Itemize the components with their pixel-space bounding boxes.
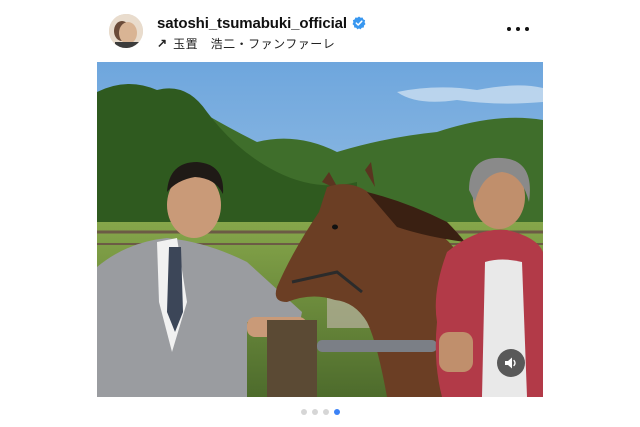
avatar-image bbox=[109, 14, 143, 48]
more-options-icon[interactable] bbox=[507, 22, 529, 36]
more-dot bbox=[507, 27, 511, 31]
carousel-indicator bbox=[97, 409, 543, 419]
verified-badge-icon bbox=[352, 16, 366, 30]
speaker-glyph bbox=[505, 357, 516, 369]
more-dot bbox=[525, 27, 529, 31]
arrow-up-right-icon: ↗ bbox=[157, 36, 168, 50]
speaker-icon[interactable] bbox=[497, 349, 525, 377]
avatar[interactable] bbox=[109, 14, 143, 48]
post-header: satoshi_tsumabuki_official ↗ 玉置 浩二・ファンファ… bbox=[97, 0, 543, 60]
username-row: satoshi_tsumabuki_official bbox=[157, 13, 366, 33]
music-track: 玉置 浩二・ファンファーレ bbox=[173, 36, 336, 51]
post-photo[interactable] bbox=[97, 62, 543, 397]
post-card: satoshi_tsumabuki_official ↗ 玉置 浩二・ファンファ… bbox=[97, 0, 543, 427]
carousel-dot[interactable] bbox=[322, 409, 329, 415]
carousel-dot[interactable] bbox=[311, 409, 318, 415]
username[interactable]: satoshi_tsumabuki_official bbox=[157, 15, 347, 32]
music-row[interactable]: ↗ 玉置 浩二・ファンファーレ bbox=[157, 34, 335, 52]
photo-scene bbox=[97, 62, 543, 397]
carousel-dot[interactable] bbox=[300, 409, 307, 415]
carousel-dot-active[interactable] bbox=[333, 409, 340, 415]
more-dot bbox=[516, 27, 520, 31]
